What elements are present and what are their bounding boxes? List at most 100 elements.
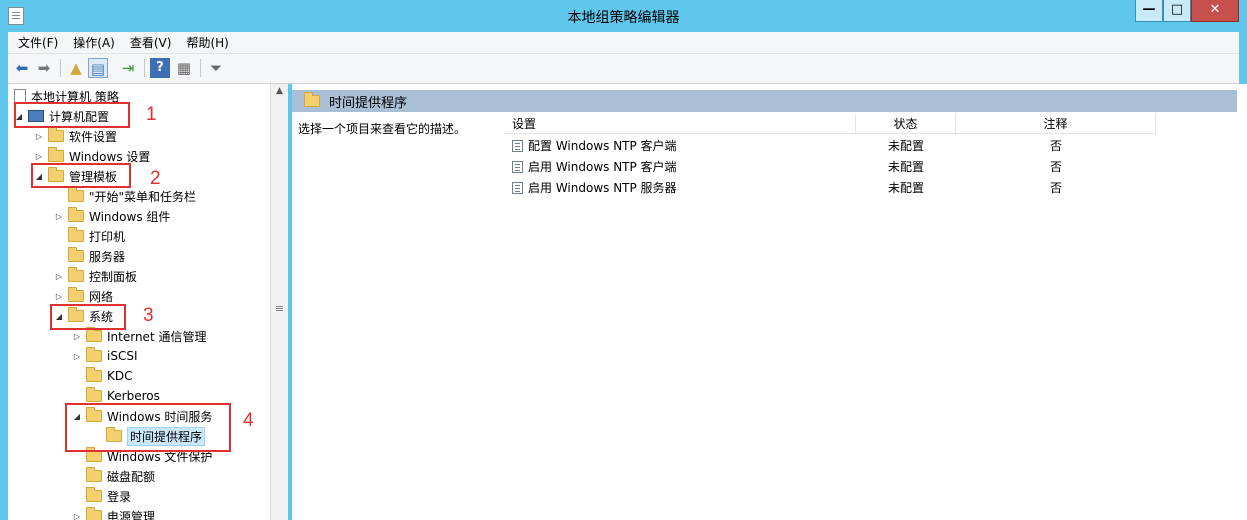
folder-icon bbox=[68, 187, 84, 202]
folder-icon bbox=[68, 227, 84, 242]
tree-item-windows-components[interactable]: ▷ Windows 组件 bbox=[54, 206, 170, 226]
filter-icon[interactable]: ⏷ bbox=[206, 58, 226, 78]
close-icon: ✕ bbox=[1209, 2, 1221, 17]
tree-item-label: 服务器 bbox=[89, 249, 126, 264]
tree-item-label: 登录 bbox=[107, 489, 132, 504]
collapsed-triangle-icon[interactable]: ▷ bbox=[72, 332, 82, 341]
column-header-state[interactable]: 状态 bbox=[856, 114, 956, 134]
tree-item-label: KDC bbox=[107, 369, 133, 383]
tree-item-start-menu[interactable]: "开始"菜单和任务栏 bbox=[54, 186, 196, 206]
setting-name: 启用 Windows NTP 客户端 bbox=[528, 160, 677, 174]
maximize-button[interactable]: □ bbox=[1163, 0, 1191, 22]
folder-icon bbox=[86, 507, 102, 520]
tree-item-label: 电源管理 bbox=[107, 509, 156, 520]
policy-setting-icon bbox=[512, 161, 523, 173]
minimize-icon: — bbox=[1142, 2, 1156, 17]
help-icon[interactable]: ? bbox=[150, 58, 170, 78]
details-header-title: 时间提供程序 bbox=[329, 95, 408, 111]
policy-setting-icon bbox=[512, 140, 523, 152]
tree-item-label: 网络 bbox=[89, 289, 114, 304]
folder-icon bbox=[86, 327, 102, 342]
menu-view[interactable]: 查看(V) bbox=[120, 34, 177, 51]
setting-state: 未配置 bbox=[888, 160, 925, 174]
close-button[interactable]: ✕ bbox=[1191, 0, 1239, 22]
show-hide-tree-icon[interactable]: ▤ bbox=[88, 58, 108, 78]
column-header-comment[interactable]: 注释 bbox=[956, 114, 1156, 134]
setting-name: 启用 Windows NTP 服务器 bbox=[528, 181, 677, 195]
table-row[interactable]: 启用 Windows NTP 服务器 未配置 否 bbox=[504, 177, 1237, 198]
tree-item-label: 打印机 bbox=[89, 229, 126, 244]
window-controls: — □ ✕ bbox=[1135, 0, 1239, 22]
annotation-box-4 bbox=[65, 403, 231, 452]
tree-item-software-settings[interactable]: ▷ 软件设置 bbox=[34, 126, 117, 146]
tree-item-label: Internet 通信管理 bbox=[107, 329, 207, 344]
tree-item-network[interactable]: ▷ 网络 bbox=[54, 286, 113, 306]
tree-item-server[interactable]: 服务器 bbox=[54, 246, 125, 266]
collapsed-triangle-icon[interactable]: ▷ bbox=[54, 272, 64, 281]
setting-state: 未配置 bbox=[888, 139, 925, 153]
folder-icon bbox=[48, 127, 64, 142]
setting-state: 未配置 bbox=[888, 181, 925, 195]
title-bar: 本地组策略编辑器 — □ ✕ bbox=[0, 0, 1247, 32]
policy-document-icon bbox=[14, 89, 26, 103]
toolbar-separator bbox=[60, 59, 61, 77]
table-row[interactable]: 启用 Windows NTP 客户端 未配置 否 bbox=[504, 156, 1237, 177]
properties-icon[interactable]: ▦ bbox=[174, 58, 194, 78]
annotation-number-3: 3 bbox=[143, 305, 154, 326]
tree-item-label: iSCSI bbox=[107, 349, 138, 363]
description-text: 选择一个项目来查看它的描述。 bbox=[298, 122, 467, 136]
up-folder-icon[interactable]: ▲ bbox=[66, 58, 86, 78]
tree-item-kdc[interactable]: KDC bbox=[72, 366, 133, 386]
toolbar: ⬅ ➡ ▲ ▤ ⇥ ? ▦ ⏷ bbox=[8, 54, 1239, 84]
export-list-icon[interactable]: ⇥ bbox=[118, 58, 138, 78]
folder-icon bbox=[304, 92, 320, 107]
back-arrow-icon[interactable]: ⬅ bbox=[12, 58, 32, 78]
tree-item-label: Windows 组件 bbox=[89, 209, 171, 224]
collapsed-triangle-icon[interactable]: ▷ bbox=[72, 352, 82, 361]
collapsed-triangle-icon[interactable]: ▷ bbox=[54, 292, 64, 301]
maximize-icon: □ bbox=[1170, 2, 1184, 17]
folder-icon bbox=[86, 347, 102, 362]
table-row[interactable]: 配置 Windows NTP 客户端 未配置 否 bbox=[504, 135, 1237, 156]
tree-item-label: Kerberos bbox=[107, 389, 160, 403]
menu-file[interactable]: 文件(F) bbox=[8, 34, 63, 51]
scroll-up-arrow-icon[interactable]: ▲ bbox=[271, 86, 288, 96]
annotation-number-2: 2 bbox=[150, 168, 161, 189]
folder-icon bbox=[68, 247, 84, 262]
tree-item-label: 磁盘配额 bbox=[107, 469, 156, 484]
window-title: 本地组策略编辑器 bbox=[567, 10, 680, 26]
collapsed-triangle-icon[interactable]: ▷ bbox=[54, 212, 64, 221]
collapsed-triangle-icon[interactable]: ▷ bbox=[34, 152, 44, 161]
collapsed-triangle-icon[interactable]: ▷ bbox=[34, 132, 44, 141]
menu-action[interactable]: 操作(A) bbox=[63, 34, 120, 51]
collapsed-triangle-icon[interactable]: ▷ bbox=[72, 512, 82, 520]
tree-item-control-panel[interactable]: ▷ 控制面板 bbox=[54, 266, 137, 286]
annotation-number-4: 4 bbox=[243, 410, 254, 431]
tree-item-printers[interactable]: 打印机 bbox=[54, 226, 125, 246]
folder-icon bbox=[86, 387, 102, 402]
toolbar-separator bbox=[144, 59, 145, 77]
tree-item-label: "开始"菜单和任务栏 bbox=[89, 189, 197, 204]
annotation-box-3 bbox=[50, 304, 126, 330]
details-header: 时间提供程序 bbox=[292, 90, 1237, 112]
menu-bar: 文件(F) 操作(A) 查看(V) 帮助(H) bbox=[8, 32, 1239, 54]
menu-help[interactable]: 帮助(H) bbox=[176, 34, 233, 51]
policy-setting-icon bbox=[512, 182, 523, 194]
settings-list: 设置 状态 注释 配置 Windows NTP 客户端 未配置 否 启用 Win… bbox=[504, 114, 1237, 520]
tree-scrollbar[interactable]: ▲ ≡ bbox=[270, 84, 288, 520]
tree-item-label: 控制面板 bbox=[89, 269, 138, 284]
scroll-grip-icon[interactable]: ≡ bbox=[271, 302, 288, 315]
column-header-setting[interactable]: 设置 bbox=[504, 114, 856, 134]
forward-arrow-icon[interactable]: ➡ bbox=[34, 58, 54, 78]
minimize-button[interactable]: — bbox=[1135, 0, 1163, 22]
tree-item-power-management[interactable]: ▷ 电源管理 bbox=[72, 506, 155, 520]
tree-item-logon[interactable]: 登录 bbox=[72, 486, 131, 506]
tree-item-disk-quota[interactable]: 磁盘配额 bbox=[72, 466, 155, 486]
annotation-box-1 bbox=[14, 102, 130, 128]
tree-item-label: 软件设置 bbox=[69, 129, 118, 144]
folder-icon bbox=[48, 147, 64, 162]
folder-icon bbox=[68, 287, 84, 302]
navigation-tree: 本地计算机 策略 ◢ 计算机配置 ▷ 软件设置 ▷ Windows 设置 ◢ 管… bbox=[8, 84, 288, 520]
tree-item-iscsi[interactable]: ▷ iSCSI bbox=[72, 346, 138, 366]
toolbar-separator bbox=[200, 59, 201, 77]
